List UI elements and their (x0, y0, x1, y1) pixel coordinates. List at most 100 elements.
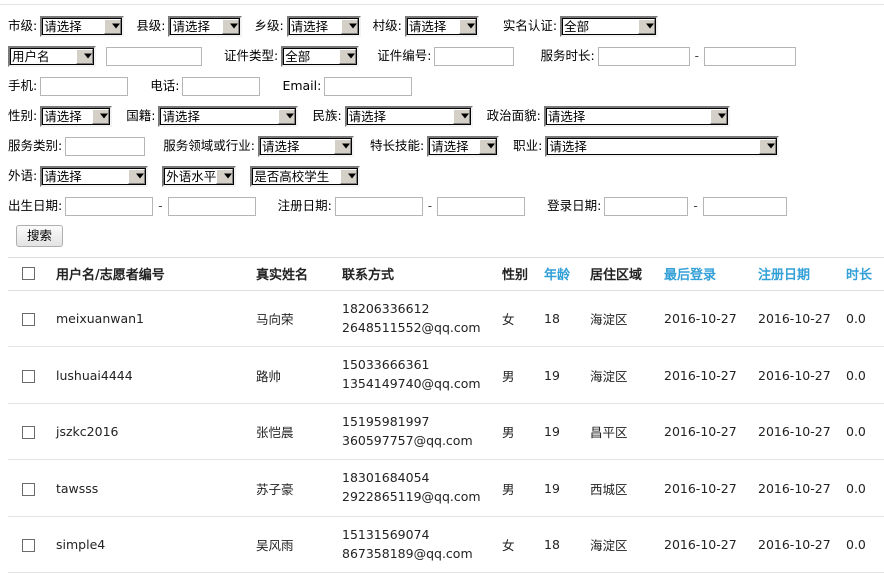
village-select[interactable]: 请选择 (404, 15, 479, 37)
skill-label: 特长技能: (369, 137, 425, 153)
nationality-select[interactable]: 请选择 (158, 105, 299, 127)
political-status-select-wrap[interactable]: 请选择 (543, 105, 730, 127)
table-row: lushuai4444 路帅 15033666361 1354149740@qq.co… (8, 346, 884, 404)
realname-auth-select[interactable]: 全部 (560, 15, 659, 37)
register-date-label: 注册日期: (277, 197, 332, 213)
political-status-select[interactable]: 请选择 (543, 105, 730, 127)
phone-input[interactable] (182, 76, 261, 96)
service-field-select[interactable]: 请选择 (257, 135, 354, 157)
service-field-label: 服务领域或行业: (163, 137, 255, 153)
cell-gender: 女 (502, 516, 544, 573)
service-category-input[interactable] (65, 136, 146, 156)
login-date-from-input[interactable] (604, 196, 689, 216)
cell-username: lushuai4444 (56, 346, 256, 404)
cell-duration: 0.0 (846, 290, 884, 348)
language-level-select[interactable]: 外语水平 (162, 165, 237, 187)
township-select-wrap[interactable]: 请选择 (286, 15, 361, 37)
skill-select[interactable]: 请选择 (427, 135, 500, 157)
gender-select[interactable]: 请选择 (40, 105, 113, 127)
keyword-type-select-wrap[interactable]: 用户名 (8, 45, 96, 67)
row-select-checkbox[interactable] (22, 539, 35, 552)
college-student-select[interactable]: 是否高校学生 (250, 165, 361, 187)
header-last-login[interactable]: 最后登录 (664, 256, 758, 291)
cell-realname: 路帅 (256, 346, 342, 404)
service-hours-from-input[interactable] (597, 46, 690, 66)
filter-row-contact: 手机: 电话: Email: (8, 71, 876, 101)
nationality-select-wrap[interactable]: 请选择 (158, 105, 299, 127)
register-date-from-input[interactable] (334, 196, 423, 216)
cell-age: 18 (544, 516, 590, 573)
row-select-checkbox[interactable] (22, 313, 35, 326)
row-select-checkbox[interactable] (22, 482, 35, 496)
cell-last-login: 2016-10-27 (664, 290, 758, 348)
filter-row-identity: 性别: 请选择 国籍: 请选择 民族: 请选择 政治面貌: 请选择 (8, 101, 876, 131)
gender-select-wrap[interactable]: 请选择 (40, 105, 113, 127)
row-select-cell[interactable] (8, 516, 56, 573)
city-label: 市级: (8, 17, 38, 33)
login-date-range-separator: - (693, 199, 698, 213)
service-field-select-wrap[interactable]: 请选择 (257, 135, 354, 157)
header-age[interactable]: 年龄 (544, 256, 590, 291)
college-student-select-wrap[interactable]: 是否高校学生 (250, 165, 361, 187)
cell-contact: 18301684054 2922865119@qq.com (342, 459, 502, 517)
ethnicity-select[interactable]: 请选择 (344, 105, 473, 127)
id-type-select[interactable]: 全部 (281, 45, 360, 67)
header-register-date[interactable]: 注册日期 (758, 256, 846, 291)
table-row: simple4 吴风雨 15131569074 867358189@qq.com 女 18… (8, 516, 884, 573)
id-number-input[interactable] (434, 46, 515, 66)
results-table: 用户名/志愿者编号 真实姓名 联系方式 性别 年龄 居住区域 最后登录 注册日期… (8, 256, 884, 573)
row-select-cell[interactable] (8, 290, 56, 348)
search-button[interactable]: 搜索 (16, 225, 64, 247)
row-select-cell[interactable] (8, 403, 56, 461)
cell-realname: 张恺晨 (256, 403, 342, 461)
volunteer-search-page: 市级: 请选择 县级: 请选择 乡级: 请选择 村级: 请选择 实名认证: 全部… (0, 4, 884, 573)
row-select-checkbox[interactable] (22, 426, 35, 439)
township-label: 乡级: (254, 17, 284, 33)
city-select[interactable]: 请选择 (40, 15, 125, 37)
row-select-checkbox[interactable] (22, 369, 35, 383)
email-input[interactable] (324, 76, 413, 96)
ethnicity-select-wrap[interactable]: 请选择 (344, 105, 473, 127)
birth-date-to-input[interactable] (167, 196, 256, 216)
birth-date-from-input[interactable] (65, 196, 154, 216)
header-duration[interactable]: 时长 (846, 256, 884, 291)
select-all-checkbox[interactable] (22, 266, 35, 280)
login-date-label: 登录日期: (547, 197, 602, 213)
realname-auth-label: 实名认证: (502, 17, 558, 33)
cell-phone: 18301684054 (342, 470, 430, 486)
row-select-cell[interactable] (8, 346, 56, 404)
cell-realname: 吴风雨 (256, 516, 342, 573)
service-hours-to-input[interactable] (704, 46, 796, 66)
register-date-to-input[interactable] (437, 196, 526, 216)
occupation-select[interactable]: 请选择 (545, 135, 780, 157)
county-select[interactable]: 请选择 (168, 15, 243, 37)
county-select-wrap[interactable]: 请选择 (168, 15, 243, 37)
realname-auth-select-wrap[interactable]: 全部 (560, 15, 659, 37)
id-type-label: 证件类型: (224, 47, 279, 63)
cell-contact: 15131569074 867358189@qq.com (342, 516, 502, 573)
id-type-select-wrap[interactable]: 全部 (281, 45, 360, 67)
filter-row-dates: 出生日期: - 注册日期: - 登录日期: - (8, 191, 876, 221)
occupation-select-wrap[interactable]: 请选择 (545, 135, 780, 157)
cell-email: 867358189@qq.com (342, 545, 473, 561)
table-row: jszkc2016 张恺晨 15195981997 360597757@qq.com 男… (8, 403, 884, 461)
village-select-wrap[interactable]: 请选择 (404, 15, 479, 37)
header-realname: 真实姓名 (256, 256, 342, 291)
county-label: 县级: (136, 17, 166, 33)
language-level-select-wrap[interactable]: 外语水平 (162, 165, 237, 187)
skill-select-wrap[interactable]: 请选择 (427, 135, 500, 157)
language-select[interactable]: 请选择 (40, 165, 149, 187)
ethnicity-label: 民族: (312, 107, 342, 123)
row-select-cell[interactable] (8, 459, 56, 517)
login-date-to-input[interactable] (702, 196, 787, 216)
township-select[interactable]: 请选择 (286, 15, 361, 37)
language-select-wrap[interactable]: 请选择 (40, 165, 149, 187)
keyword-type-select[interactable]: 用户名 (8, 45, 96, 67)
results-table-head: 用户名/志愿者编号 真实姓名 联系方式 性别 年龄 居住区域 最后登录 注册日期… (8, 256, 884, 291)
keyword-input[interactable] (106, 46, 202, 66)
mobile-label: 手机: (8, 77, 38, 93)
cell-gender: 男 (502, 346, 544, 404)
cell-register-date: 2016-10-27 (758, 403, 846, 461)
mobile-input[interactable] (40, 76, 129, 96)
city-select-wrap[interactable]: 请选择 (40, 15, 125, 37)
